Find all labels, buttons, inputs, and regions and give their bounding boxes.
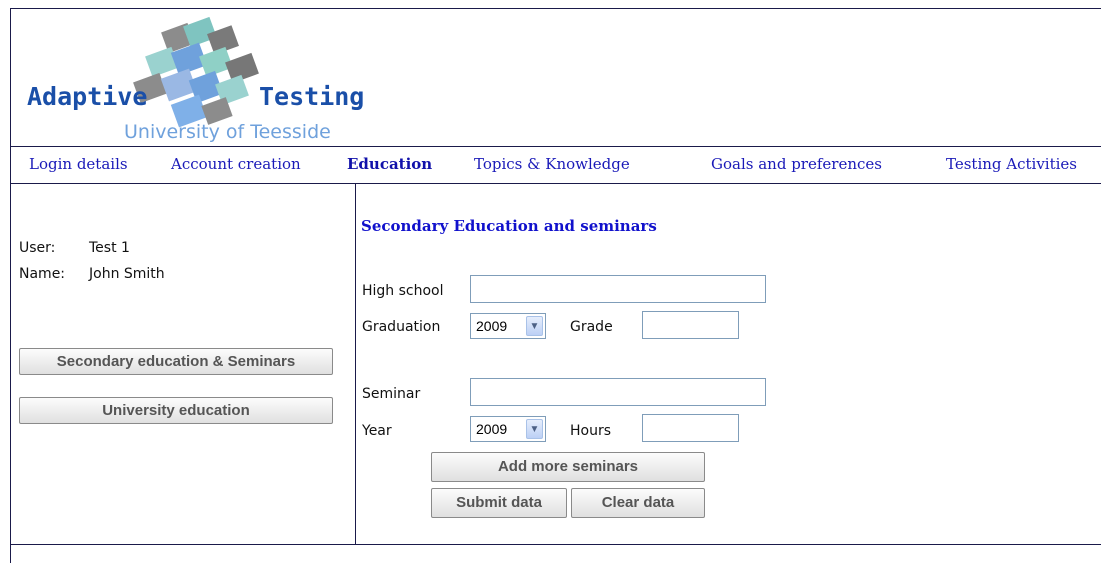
adaptive-testing-logo: Adaptive Testing University of Teesside: [19, 13, 379, 143]
svg-text:Testing: Testing: [259, 82, 364, 111]
graduation-year-select[interactable]: 2009 ▼: [470, 313, 546, 339]
nav-education[interactable]: Education: [347, 155, 432, 173]
add-more-seminars-button[interactable]: Add more seminars: [431, 452, 705, 482]
nav-testing-activities[interactable]: Testing Activities: [946, 155, 1077, 173]
name-label: Name:: [19, 266, 66, 282]
hours-input[interactable]: [642, 414, 739, 442]
left-sidebar: User: Test 1 Name: John Smith Secondary …: [11, 184, 356, 544]
seminar-year-select[interactable]: 2009 ▼: [470, 416, 546, 442]
main-nav: Login details Account creation Education…: [11, 147, 1101, 184]
hours-label: Hours: [570, 423, 612, 439]
nav-account-creation[interactable]: Account creation: [171, 155, 301, 173]
header: Adaptive Testing University of Teesside: [11, 9, 1101, 147]
user-value: Test 1: [89, 240, 130, 256]
section-title: Secondary Education and seminars: [361, 217, 657, 235]
nav-login-details[interactable]: Login details: [29, 155, 128, 173]
name-value: John Smith: [89, 266, 165, 282]
puzzle-logo-icon: Adaptive Testing University of Teesside: [27, 16, 364, 143]
svg-text:University of Teesside: University of Teesside: [124, 121, 331, 143]
grade-label: Grade: [570, 319, 613, 335]
submit-data-button[interactable]: Submit data: [431, 488, 567, 518]
year-label: Year: [362, 423, 392, 439]
svg-text:Adaptive: Adaptive: [27, 82, 147, 111]
chevron-down-icon: ▼: [526, 316, 543, 336]
high-school-input[interactable]: [470, 275, 766, 303]
nav-goals-preferences[interactable]: Goals and preferences: [711, 155, 882, 173]
nav-topics-knowledge[interactable]: Topics & Knowledge: [474, 155, 630, 173]
user-label: User:: [19, 240, 56, 256]
high-school-label: High school: [362, 283, 444, 299]
secondary-education-button[interactable]: Secondary education & Seminars: [19, 348, 333, 375]
chevron-down-icon: ▼: [526, 419, 543, 439]
page-frame: Adaptive Testing University of Teesside …: [10, 8, 1101, 563]
clear-data-button[interactable]: Clear data: [571, 488, 705, 518]
graduation-label: Graduation: [362, 319, 441, 335]
footer-divider: [11, 544, 1101, 545]
seminar-label: Seminar: [362, 386, 421, 402]
grade-input[interactable]: [642, 311, 739, 339]
university-education-button[interactable]: University education: [19, 397, 333, 424]
seminar-input[interactable]: [470, 378, 766, 406]
